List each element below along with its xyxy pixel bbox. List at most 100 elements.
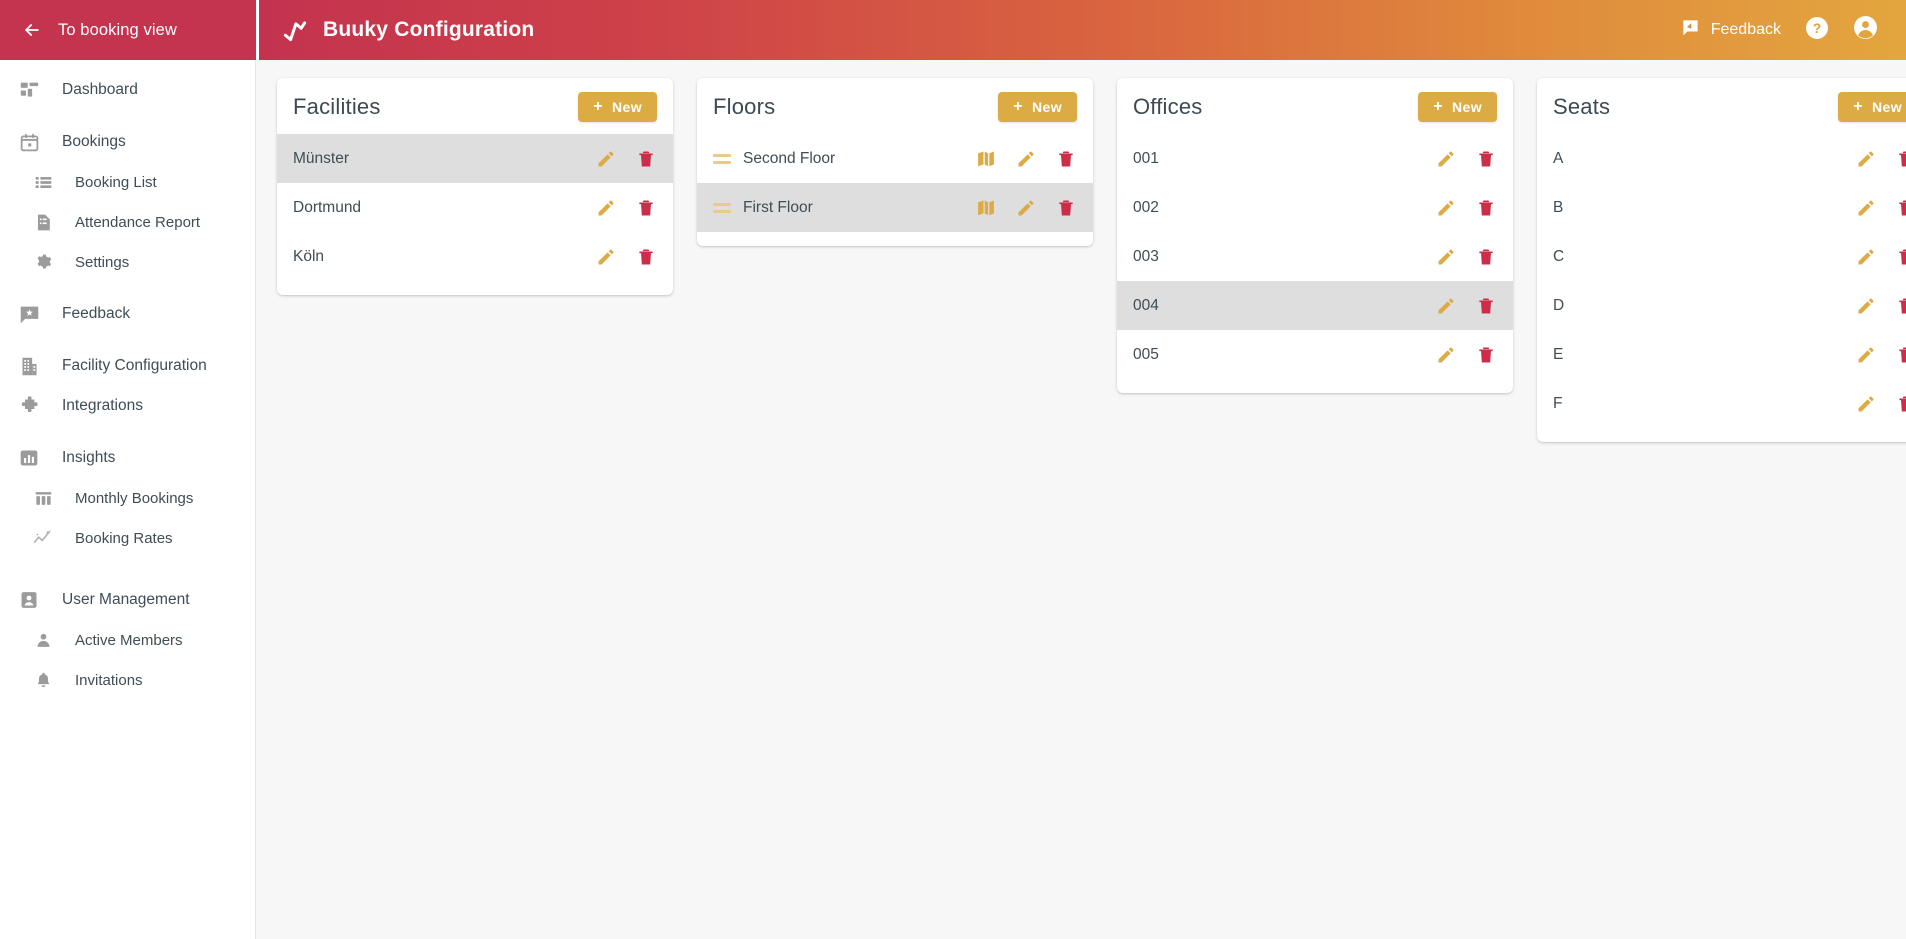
pencil-edit-icon[interactable]: [1435, 246, 1457, 268]
pencil-edit-icon[interactable]: [1015, 197, 1037, 219]
sidebar-item-label: Attendance Report: [75, 213, 201, 231]
pencil-edit-icon[interactable]: [1855, 197, 1877, 219]
sidebar-item-attendance-report[interactable]: Attendance Report: [0, 202, 255, 242]
pencil-edit-icon[interactable]: [1435, 148, 1457, 170]
drag-handle-icon[interactable]: [713, 152, 731, 166]
sidebar-item-facility-configuration[interactable]: Facility Configuration: [0, 346, 255, 386]
user-badge-icon: [18, 589, 40, 611]
sidebar-item-label: Bookings: [62, 133, 126, 150]
back-to-booking-view-button[interactable]: To booking view: [0, 0, 256, 60]
pencil-edit-icon[interactable]: [1855, 148, 1877, 170]
sidebar-item-label: Insights: [62, 449, 116, 466]
row-actions: [1435, 148, 1497, 170]
sidebar-item-active-members[interactable]: Active Members: [0, 620, 255, 660]
plus-icon: +: [593, 98, 603, 115]
seat-name: E: [1553, 345, 1564, 363]
trash-delete-icon[interactable]: [635, 197, 657, 219]
pencil-edit-icon[interactable]: [595, 246, 617, 268]
office-row[interactable]: 001: [1117, 134, 1513, 183]
pencil-edit-icon[interactable]: [1855, 295, 1877, 317]
seat-name: C: [1553, 247, 1565, 265]
sidebar-item-feedback[interactable]: Feedback: [0, 294, 255, 334]
floor-map-icon[interactable]: [975, 148, 997, 170]
seat-name: D: [1553, 296, 1565, 314]
trash-delete-icon[interactable]: [1895, 344, 1906, 366]
trash-delete-icon[interactable]: [1475, 197, 1497, 219]
facility-name: Münster: [293, 149, 349, 167]
seat-row[interactable]: E: [1537, 330, 1906, 379]
sidebar-item-bookings[interactable]: Bookings: [0, 122, 255, 162]
trash-delete-icon[interactable]: [1895, 295, 1906, 317]
floor-row[interactable]: First Floor: [697, 183, 1093, 232]
office-row[interactable]: 002: [1117, 183, 1513, 232]
sidebar-item-booking-rates[interactable]: Booking Rates: [0, 518, 255, 558]
calendar-icon: [18, 131, 40, 153]
seats-new-button[interactable]: + New: [1838, 92, 1906, 122]
seat-row[interactable]: D: [1537, 281, 1906, 330]
floors-new-button[interactable]: + New: [998, 92, 1077, 122]
sidebar-item-dashboard[interactable]: Dashboard: [0, 70, 255, 110]
office-row[interactable]: 004: [1117, 281, 1513, 330]
help-button[interactable]: ?: [1805, 16, 1829, 45]
pencil-edit-icon[interactable]: [1855, 246, 1877, 268]
page-title: Buuky Configuration: [323, 18, 535, 41]
facilities-new-button[interactable]: + New: [578, 92, 657, 122]
trash-delete-icon[interactable]: [1895, 197, 1906, 219]
top-bar: To booking view Buuky Configuration Feed…: [0, 0, 1906, 60]
trash-delete-icon[interactable]: [1055, 197, 1077, 219]
trash-delete-icon[interactable]: [1055, 148, 1077, 170]
sidebar-item-label: Facility Configuration: [62, 357, 207, 374]
pencil-edit-icon[interactable]: [595, 197, 617, 219]
trash-delete-icon[interactable]: [635, 246, 657, 268]
sidebar-item-integrations[interactable]: Integrations: [0, 386, 255, 426]
seat-row[interactable]: C: [1537, 232, 1906, 281]
row-actions: [1435, 344, 1497, 366]
pencil-edit-icon[interactable]: [595, 148, 617, 170]
seat-row[interactable]: A: [1537, 134, 1906, 183]
floors-new-label: New: [1032, 99, 1062, 115]
facility-row[interactable]: Münster: [277, 134, 673, 183]
pencil-edit-icon[interactable]: [1855, 393, 1877, 415]
pencil-edit-icon[interactable]: [1855, 344, 1877, 366]
trash-delete-icon[interactable]: [1475, 246, 1497, 268]
sidebar-item-settings[interactable]: Settings: [0, 242, 255, 282]
trash-delete-icon[interactable]: [1475, 148, 1497, 170]
card-footer-spacer: [1117, 379, 1513, 393]
seat-row[interactable]: F: [1537, 379, 1906, 428]
pencil-edit-icon[interactable]: [1435, 344, 1457, 366]
feedback-button[interactable]: Feedback: [1681, 18, 1781, 42]
facility-row[interactable]: Dortmund: [277, 183, 673, 232]
pencil-edit-icon[interactable]: [1015, 148, 1037, 170]
facilities-title: Facilities: [293, 94, 381, 119]
offices-new-button[interactable]: + New: [1418, 92, 1497, 122]
facility-row[interactable]: Köln: [277, 232, 673, 281]
facilities-card: Facilities + New Münster Dortmund Köln: [277, 78, 673, 295]
card-footer-spacer: [1537, 428, 1906, 442]
trash-delete-icon[interactable]: [1895, 148, 1906, 170]
sidebar-item-label: Feedback: [62, 305, 131, 322]
office-row[interactable]: 005: [1117, 330, 1513, 379]
trash-delete-icon[interactable]: [1895, 246, 1906, 268]
sidebar-item-booking-list[interactable]: Booking List: [0, 162, 255, 202]
pencil-edit-icon[interactable]: [1435, 197, 1457, 219]
drag-handle-icon[interactable]: [713, 201, 731, 215]
configuration-columns: Facilities + New Münster Dortmund Köln F…: [257, 60, 1906, 939]
sidebar-item-monthly-bookings[interactable]: Monthly Bookings: [0, 478, 255, 518]
trash-delete-icon[interactable]: [1895, 393, 1906, 415]
floor-row[interactable]: Second Floor: [697, 134, 1093, 183]
puzzle-piece-icon: [18, 395, 40, 417]
sidebar-item-user-management[interactable]: User Management: [0, 580, 255, 620]
office-row[interactable]: 003: [1117, 232, 1513, 281]
sidebar-item-invitations[interactable]: Invitations: [0, 660, 255, 700]
trash-delete-icon[interactable]: [635, 148, 657, 170]
row-actions: [1435, 295, 1497, 317]
seat-row[interactable]: B: [1537, 183, 1906, 232]
facilities-new-label: New: [612, 99, 642, 115]
account-button[interactable]: [1853, 15, 1878, 45]
pencil-edit-icon[interactable]: [1435, 295, 1457, 317]
floor-map-icon[interactable]: [975, 197, 997, 219]
sidebar-item-insights[interactable]: Insights: [0, 438, 255, 478]
trash-delete-icon[interactable]: [1475, 344, 1497, 366]
trash-delete-icon[interactable]: [1475, 295, 1497, 317]
